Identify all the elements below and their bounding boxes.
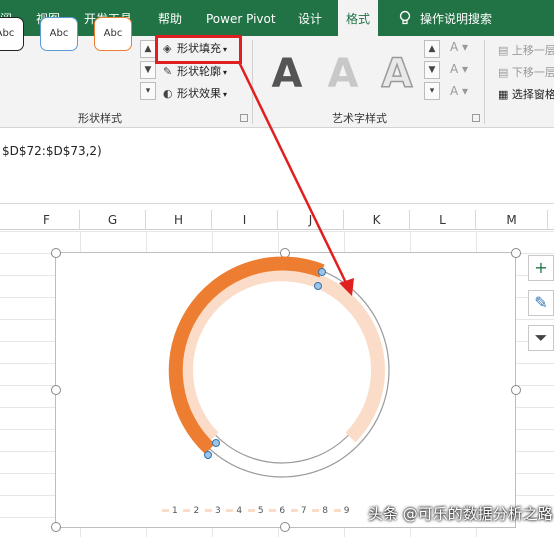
excel-window: 阅 视图 开发工具 帮助 Power Pivot 设计 格式 操作说明搜索 Ab…: [0, 0, 554, 537]
legend-item[interactable]: 2: [183, 506, 199, 516]
faded-ring-segment: [179, 267, 385, 443]
annotation-arrow-line: [237, 61, 350, 288]
legend-item[interactable]: 5: [247, 506, 264, 516]
chart-drawing: [168, 61, 390, 478]
series-point-handle: [314, 282, 322, 290]
legend-item[interactable]: 7: [290, 506, 307, 516]
series-point-handle: [318, 268, 326, 276]
watermark: 头条 @可乐的数据分析之路: [368, 505, 553, 523]
series-point-handle: [204, 451, 212, 459]
legend-item[interactable]: 1: [162, 506, 178, 516]
series-point-handle: [212, 439, 220, 447]
legend-item[interactable]: 9: [333, 506, 349, 516]
chart-elements-plus-icon[interactable]: +: [528, 255, 554, 281]
chart-styles-brush-icon[interactable]: ✎: [528, 290, 554, 316]
legend-item[interactable]: 6: [269, 506, 285, 516]
chart-legend: 1 2 3 4 5 6 7 8 9: [162, 506, 349, 516]
legend-item[interactable]: 4: [226, 506, 242, 516]
legend-item[interactable]: 8: [312, 506, 328, 516]
legend-item[interactable]: 3: [204, 506, 221, 516]
chart-filters-funnel-icon[interactable]: ⏷: [528, 325, 554, 351]
